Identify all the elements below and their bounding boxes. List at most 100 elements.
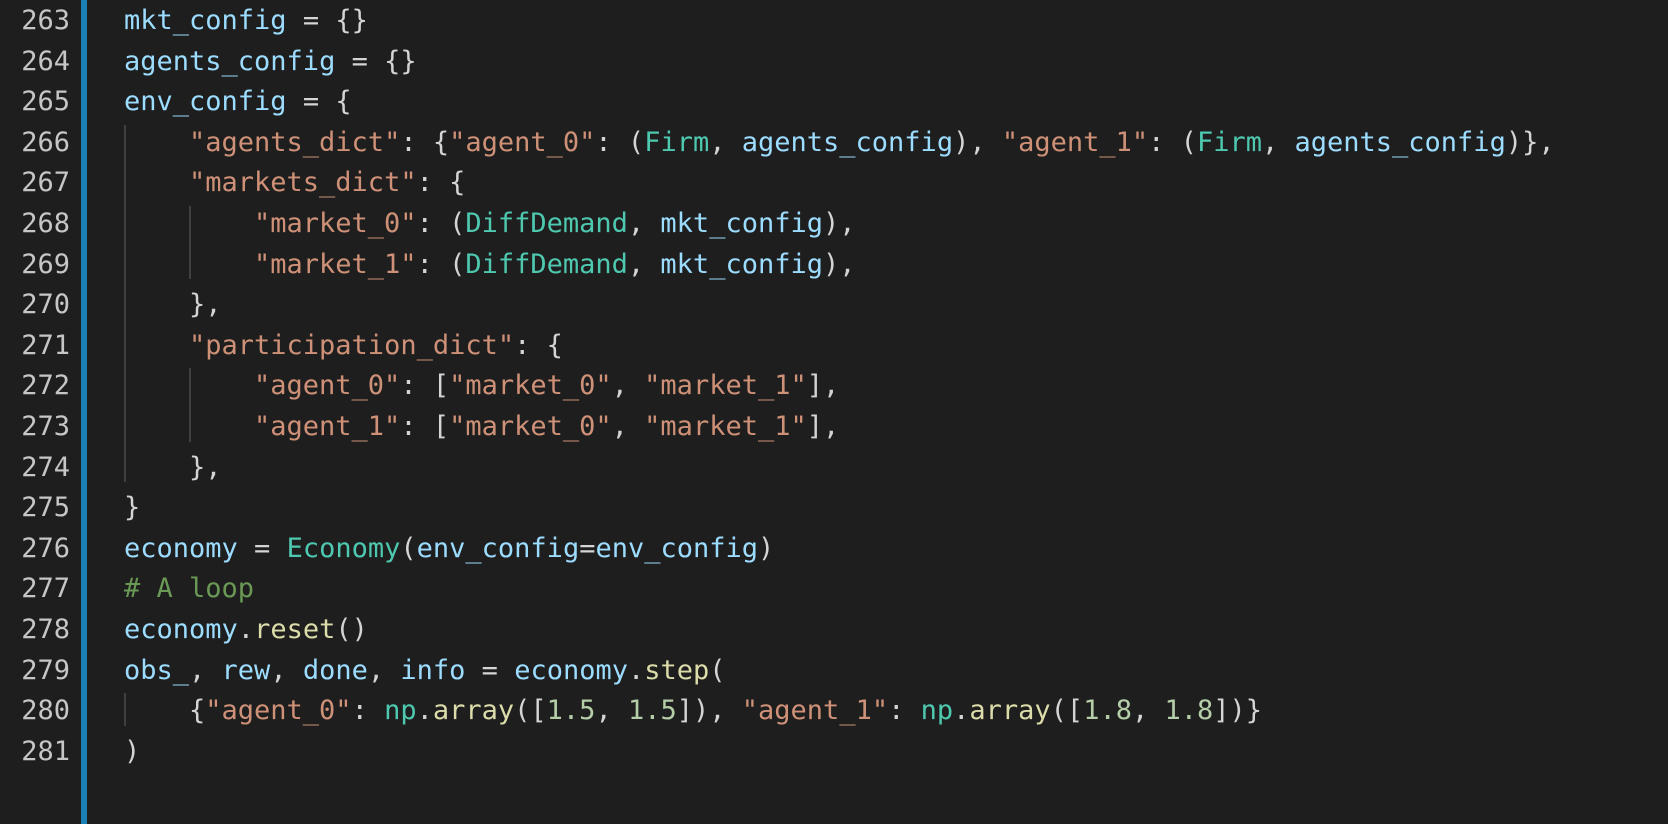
line-number: 264 — [21, 45, 70, 77]
code-token: . — [237, 614, 255, 645]
code-token: np — [384, 695, 417, 727]
code-line[interactable]: 274}, — [0, 446, 1668, 489]
code-text: agents_config = {} — [124, 40, 417, 83]
code-text: }, — [189, 446, 222, 489]
code-token: : ( — [1148, 126, 1197, 158]
line-number: 277 — [21, 573, 70, 605]
line-number: 280 — [21, 695, 70, 727]
code-token: "agent_1" — [254, 411, 401, 442]
line-number: 276 — [21, 532, 70, 564]
code-text: "agents_dict": {"agent_0": (Firm, agents… — [189, 121, 1555, 164]
code-token: economy — [124, 614, 238, 645]
code-token: ], — [806, 370, 840, 402]
code-line[interactable]: 279 obs_, rew, done, info = economy.step( — [0, 649, 1668, 692]
code-token: DiffDemand — [465, 248, 628, 280]
code-token: economy — [514, 654, 628, 686]
code-line[interactable]: 277 # A loop — [0, 567, 1668, 610]
code-token: : [ — [400, 411, 450, 442]
code-text: obs_, rew, done, info = economy.step( — [124, 649, 726, 692]
code-line[interactable]: 265 env_config = { — [0, 80, 1668, 123]
indent-guide — [124, 124, 126, 483]
code-token: : { — [400, 126, 450, 158]
code-token: , — [367, 654, 401, 686]
code-token: : — [888, 695, 921, 727]
code-token: , — [611, 370, 645, 402]
code-text: "market_0": (DiffDemand, mkt_config), — [254, 202, 856, 245]
code-token: np — [920, 695, 954, 727]
code-token: done — [302, 654, 368, 686]
line-number: 269 — [21, 248, 70, 280]
code-token: "market_0" — [449, 370, 612, 402]
code-token: () — [335, 614, 368, 645]
code-text: economy.reset() — [124, 608, 368, 651]
code-token: = {} — [286, 5, 368, 36]
code-line[interactable]: 273 "agent_1": ["market_0", "market_1"], — [0, 405, 1668, 448]
code-line[interactable]: 268 "market_0": (DiffDemand, mkt_config), — [0, 202, 1668, 245]
code-text: env_config = { — [124, 80, 352, 123]
code-text: "markets_dict": { — [189, 161, 465, 204]
code-token: "agent_1" — [1001, 126, 1149, 158]
code-token: = { — [286, 86, 352, 118]
code-line[interactable]: 280 {"agent_0": np.array([1.5, 1.5]), "ag… — [0, 689, 1668, 732]
code-text: }, — [189, 283, 222, 326]
code-token: = — [237, 532, 287, 564]
code-token: ([ — [514, 695, 547, 727]
line-number: 274 — [21, 451, 70, 483]
code-token: ), — [953, 126, 1002, 158]
line-number: 279 — [21, 654, 70, 686]
code-text: economy = Economy(env_config=env_config) — [124, 527, 774, 570]
code-token: = — [579, 532, 596, 564]
line-number: 270 — [21, 289, 70, 321]
code-token: = — [465, 654, 515, 686]
code-token: . — [953, 695, 970, 727]
line-number: 268 — [21, 208, 70, 239]
code-token: ([ — [1050, 695, 1084, 727]
code-token: , — [1131, 695, 1165, 727]
code-text: } — [124, 486, 140, 529]
code-text: mkt_config = {} — [124, 0, 368, 42]
code-line[interactable]: 269 "market_1": (DiffDemand, mkt_config), — [0, 243, 1668, 286]
code-line[interactable]: 271 "participation_dict": { — [0, 324, 1668, 367]
code-token: 1.5 — [627, 695, 677, 727]
code-token: env_config — [416, 532, 580, 564]
code-line[interactable]: 275} — [0, 486, 1668, 529]
code-token: "market_1" — [644, 370, 807, 402]
code-token: array — [969, 695, 1051, 727]
code-lines[interactable]: 263 mkt_config = {} 264 agents_config = {} 2… — [0, 0, 1668, 824]
indent-guide — [189, 206, 191, 280]
code-line[interactable]: 270}, — [0, 283, 1668, 326]
code-editor[interactable]: 263 mkt_config = {} 264 agents_config = {} 2… — [0, 0, 1668, 824]
code-token: obs_ — [124, 654, 190, 686]
code-line[interactable]: 263 mkt_config = {} — [0, 0, 1668, 42]
code-line[interactable]: 264 agents_config = {} — [0, 40, 1668, 83]
code-token: : ( — [595, 126, 645, 158]
code-token: { — [189, 695, 206, 727]
code-token: ])} — [1213, 695, 1263, 727]
code-token: step — [644, 654, 710, 686]
line-number: 278 — [21, 614, 70, 645]
code-token: = {} — [335, 45, 417, 77]
code-token: 1.5 — [546, 695, 596, 727]
code-line[interactable]: 278 economy.reset() — [0, 608, 1668, 651]
code-text: {"agent_0": np.array([1.5, 1.5]), "agent… — [189, 689, 1262, 732]
code-token: . — [628, 654, 645, 686]
code-line[interactable]: 266 "agents_dict": {"agent_0": (Firm, age… — [0, 121, 1668, 164]
code-token: 1.8 — [1083, 695, 1132, 727]
code-line[interactable]: 267 "markets_dict": { — [0, 161, 1668, 204]
code-token: # A loop — [124, 573, 255, 605]
code-token: ) — [758, 532, 775, 564]
code-token: }, — [189, 289, 222, 321]
code-line[interactable]: 272 "agent_0": ["market_0", "market_1"], — [0, 364, 1668, 407]
code-token: : — [351, 695, 385, 727]
code-token: } — [124, 492, 141, 524]
code-token: ) — [124, 735, 141, 767]
line-number: 281 — [21, 735, 70, 767]
code-token: array — [432, 695, 515, 727]
code-line[interactable]: 281) — [0, 730, 1668, 773]
line-number: 273 — [21, 411, 70, 442]
code-token: "agent_0" — [205, 695, 352, 727]
code-token: )}, — [1505, 126, 1555, 158]
code-line[interactable]: 276 economy = Economy(env_config=env_conf… — [0, 527, 1668, 570]
code-token: "market_0" — [254, 208, 417, 239]
code-token: ( — [400, 532, 417, 564]
